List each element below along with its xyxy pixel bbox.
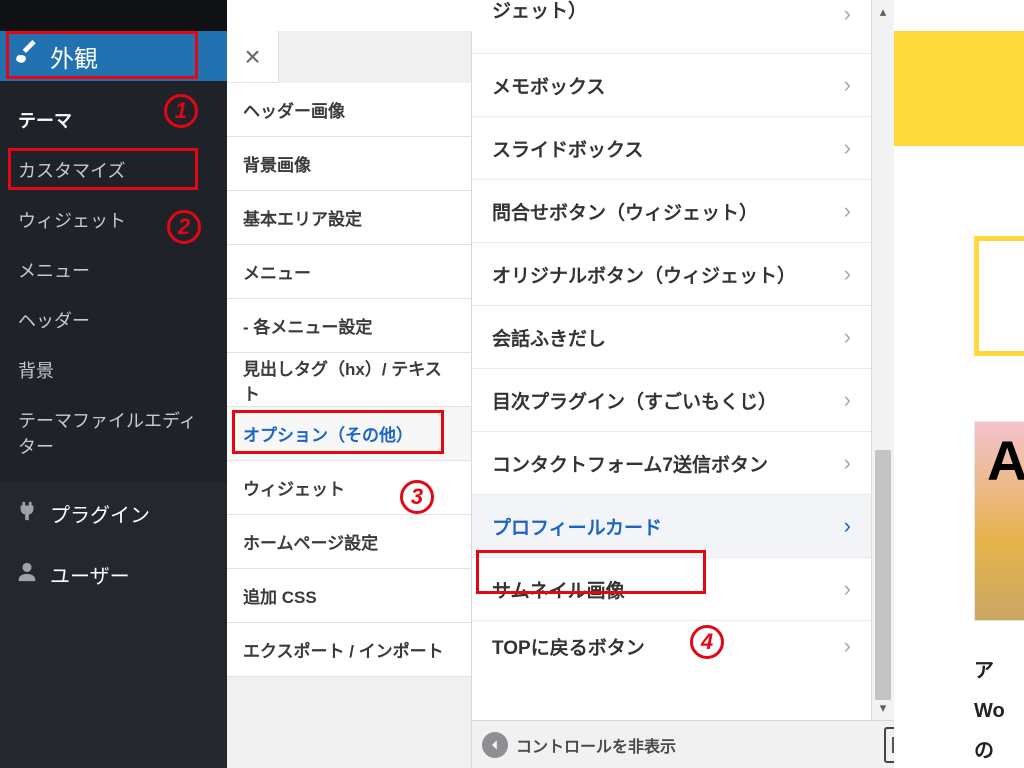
cust-item-header-image[interactable]: ヘッダー画像 (227, 83, 471, 137)
cust-item-heading-text[interactable]: 見出しタグ（hx）/ テキスト (227, 353, 471, 407)
preview-image-card: A (974, 421, 1024, 621)
scroll-down-icon[interactable]: ▾ (872, 696, 894, 720)
option-row-label: ジェット） (492, 0, 587, 25)
submenu-themes[interactable]: テーマ (0, 95, 227, 145)
preview-big-letter: A (987, 428, 1024, 493)
submenu-widgets[interactable]: ウィジェット (0, 195, 227, 245)
subpanel-scrollbar[interactable]: ▴ ▾ (872, 0, 894, 720)
option-row-top-button[interactable]: TOPに戻るボタン › (472, 621, 871, 671)
cust-item-label: ホームページ設定 (243, 529, 378, 554)
chevron-right-icon: › (844, 450, 851, 476)
chevron-right-icon: › (844, 576, 851, 602)
close-icon: × (244, 41, 260, 73)
wp-admin-sidebar: 外観 テーマ カスタマイズ ウィジェット メニュー ヘッダー 背景 テーマファイ… (0, 0, 227, 768)
plug-icon (16, 500, 38, 528)
cust-item-widgets[interactable]: ウィジェット (227, 461, 471, 515)
cust-item-label: 基本エリア設定 (243, 205, 362, 230)
cust-item-label: メニュー (243, 259, 311, 284)
cust-item-label: 追加 CSS (243, 583, 317, 608)
submenu-customize[interactable]: カスタマイズ (0, 145, 227, 195)
sidebar-item-appearance[interactable]: 外観 (0, 31, 227, 81)
chevron-right-icon: › (844, 633, 851, 659)
option-row-toc-plugin[interactable]: 目次プラグイン（すごいもくじ） › (472, 369, 871, 432)
hide-controls-label: コントロールを非表示 (516, 733, 676, 757)
cust-item-label: - 各メニュー設定 (243, 313, 372, 338)
preview-body-text: ア Wo の (974, 651, 1005, 768)
sidebar-item-label: プラグイン (50, 499, 150, 528)
cust-item-label: ウィジェット (243, 475, 345, 500)
submenu-editor[interactable]: テーマファイルエディター (0, 395, 227, 471)
scrollbar-thumb[interactable] (875, 450, 891, 700)
brush-icon (14, 40, 40, 73)
sidebar-item-plugins[interactable]: プラグイン (0, 483, 227, 544)
option-row-truncated-top[interactable]: ジェット） › (472, 0, 871, 54)
option-row-thumbnail[interactable]: サムネイル画像 › (472, 558, 871, 621)
cust-item-options-other[interactable]: オプション（その他） (227, 407, 471, 461)
submenu-menus[interactable]: メニュー (0, 245, 227, 295)
customizer-section-list: ヘッダー画像 背景画像 基本エリア設定 メニュー - 各メニュー設定 見出しタグ… (227, 83, 471, 677)
hide-controls-button[interactable]: コントロールを非表示 (482, 732, 876, 758)
cust-item-bg-image[interactable]: 背景画像 (227, 137, 471, 191)
cust-item-label: ヘッダー画像 (243, 97, 345, 122)
chevron-right-icon: › (844, 198, 851, 224)
sidebar-item-label: 外観 (50, 39, 98, 74)
cust-item-menus[interactable]: メニュー (227, 245, 471, 299)
chevron-right-icon: › (844, 0, 851, 29)
option-row-label: スライドボックス (492, 135, 643, 162)
appearance-submenu: テーマ カスタマイズ ウィジェット メニュー ヘッダー 背景 テーマファイルエデ… (0, 81, 227, 483)
cust-item-menu-settings[interactable]: - 各メニュー設定 (227, 299, 471, 353)
wp-admin-topbar (0, 0, 227, 31)
chevron-right-icon: › (844, 513, 851, 539)
sidebar-item-users[interactable]: ユーザー (0, 544, 227, 605)
cust-item-export-import[interactable]: エクスポート / インポート (227, 623, 471, 677)
chevron-right-icon: › (844, 72, 851, 98)
option-row-label: プロフィールカード (492, 513, 662, 540)
submenu-background[interactable]: 背景 (0, 345, 227, 395)
customizer-panel: × ヘッダー画像 背景画像 基本エリア設定 メニュー - 各メニュー設定 見出し… (227, 31, 472, 768)
option-row-label: コンタクトフォーム7送信ボタン (492, 450, 768, 477)
option-row-label: TOPに戻るボタン (492, 633, 645, 660)
option-row-contact-btn-widget[interactable]: 問合せボタン（ウィジェット） › (472, 180, 871, 243)
option-row-memobox[interactable]: メモボックス › (472, 54, 871, 117)
scroll-up-icon[interactable]: ▴ (872, 0, 894, 24)
customizer-close-button[interactable]: × (227, 31, 279, 83)
preview-framed-box (974, 236, 1024, 356)
option-row-label: メモボックス (492, 72, 605, 99)
option-row-slidebox[interactable]: スライドボックス › (472, 117, 871, 180)
submenu-header[interactable]: ヘッダー (0, 295, 227, 345)
option-row-speech-bubble[interactable]: 会話ふきだし › (472, 306, 871, 369)
option-row-label: サムネイル画像 (492, 576, 625, 603)
cust-item-areas[interactable]: 基本エリア設定 (227, 191, 471, 245)
user-icon (16, 561, 38, 589)
option-row-label: 問合せボタン（ウィジェット） (492, 198, 758, 225)
option-row-cf7-submit[interactable]: コンタクトフォーム7送信ボタン › (472, 432, 871, 495)
chevron-right-icon: › (844, 261, 851, 287)
sidebar-item-label: ユーザー (50, 560, 130, 589)
cust-item-label: オプション（その他） (243, 421, 413, 446)
chevron-left-icon (482, 732, 508, 758)
preview-header-banner: ホー (894, 31, 1024, 146)
options-subpanel: ジェット） › メモボックス › スライドボックス › 問合せボタン（ウィジェッ… (472, 0, 872, 720)
chevron-right-icon: › (844, 135, 851, 161)
cust-item-label: エクスポート / インポート (243, 637, 444, 662)
option-row-original-btn-widget[interactable]: オリジナルボタン（ウィジェット） › (472, 243, 871, 306)
option-row-label: 会話ふきだし (492, 324, 606, 351)
cust-item-label: 背景画像 (243, 151, 311, 176)
option-row-label: 目次プラグイン（すごいもくじ） (492, 387, 777, 414)
option-row-profile-card[interactable]: プロフィールカード › (472, 495, 871, 558)
chevron-right-icon: › (844, 387, 851, 413)
cust-item-homepage[interactable]: ホームページ設定 (227, 515, 471, 569)
option-row-label: オリジナルボタン（ウィジェット） (492, 261, 796, 288)
chevron-right-icon: › (844, 324, 851, 350)
site-preview: ホー A ア Wo の (894, 31, 1024, 768)
cust-item-label: 見出しタグ（hx）/ テキスト (243, 355, 455, 405)
cust-item-css[interactable]: 追加 CSS (227, 569, 471, 623)
